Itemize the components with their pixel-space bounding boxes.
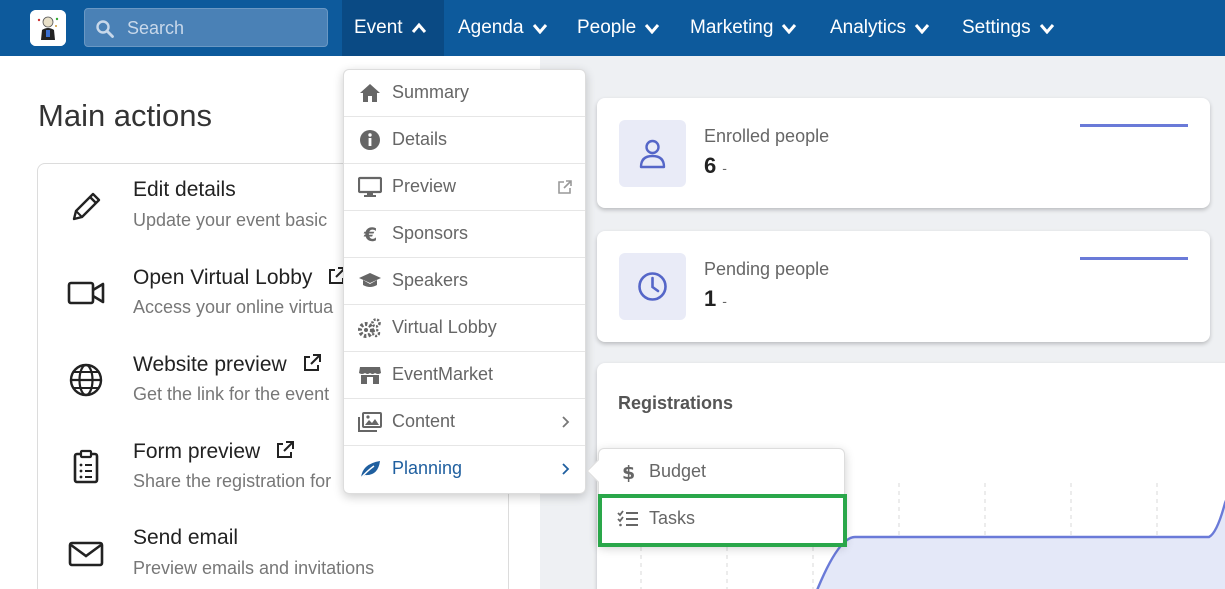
nav-label: Agenda	[458, 17, 524, 38]
action-title: Send email	[133, 526, 239, 549]
nav-agenda[interactable]: Agenda	[446, 0, 560, 56]
stat-label: Pending people	[704, 259, 830, 279]
globe-icon	[69, 363, 103, 397]
menu-item-planning[interactable]: Planning	[344, 446, 585, 493]
action-title: Form preview	[133, 439, 296, 464]
user-icon	[639, 139, 666, 169]
nav-event[interactable]: Event	[342, 0, 444, 56]
nav-marketing[interactable]: Marketing	[678, 0, 809, 56]
menu-item-label: EventMarket	[392, 364, 494, 384]
stat-icon-box	[619, 120, 686, 187]
info-icon	[360, 130, 380, 150]
clock-icon	[638, 272, 667, 301]
nav-label: Marketing	[690, 17, 774, 38]
clipboard-icon	[73, 449, 99, 484]
chevron-right-icon	[562, 416, 570, 428]
nav-analytics[interactable]: Analytics	[818, 0, 942, 56]
action-description: Share the registration for	[133, 471, 332, 491]
stat-value: 6-	[704, 153, 727, 178]
menu-item-details[interactable]: Details	[344, 117, 585, 164]
graduation-cap-icon	[359, 273, 381, 287]
chevron-down-icon	[645, 24, 660, 34]
action-description: Update your event basic	[133, 210, 328, 230]
chevron-down-icon	[532, 24, 547, 34]
nav-label: Settings	[962, 17, 1031, 38]
menu-item-label: Preview	[392, 176, 457, 196]
stat-label: Enrolled people	[704, 126, 830, 146]
chevron-up-icon	[411, 22, 426, 33]
nav-label: People	[577, 17, 637, 38]
nav-people[interactable]: People	[565, 0, 672, 56]
external-link-icon	[277, 441, 295, 458]
action-send-email[interactable]: Send email Preview emails and invitation…	[38, 512, 508, 589]
menu-item-sponsors[interactable]: € Sponsors	[344, 211, 585, 258]
gears-icon	[358, 318, 381, 338]
stat-change: -	[722, 293, 727, 309]
store-icon	[359, 367, 381, 384]
external-link-icon	[558, 180, 572, 194]
sparkline	[1080, 257, 1188, 260]
search-icon	[96, 20, 114, 38]
tasks-highlight-box	[598, 494, 847, 547]
menu-item-label: Speakers	[392, 270, 469, 290]
images-icon	[358, 412, 382, 432]
leaf-icon	[359, 461, 380, 480]
menu-item-summary[interactable]: Summary	[344, 70, 585, 117]
event-dropdown-menu: Summary Details Preview € Sponsors Speak…	[343, 69, 586, 494]
menu-item-label: Summary	[392, 82, 470, 102]
envelope-icon	[68, 541, 104, 567]
monitor-icon	[358, 176, 382, 197]
sparkline	[1080, 124, 1188, 127]
registrations-title: Registrations	[618, 393, 734, 413]
stat-value: 1-	[704, 286, 727, 311]
home-icon	[360, 84, 380, 102]
video-camera-icon	[67, 281, 105, 305]
top-navigation-bar: Search Event Agenda People Marketing Ana…	[0, 0, 1225, 56]
action-description: Access your online virtua	[133, 297, 334, 317]
dollar-icon: $	[622, 462, 635, 483]
menu-item-virtual-lobby[interactable]: Virtual Lobby	[344, 305, 585, 352]
chevron-down-icon	[782, 24, 797, 34]
main-actions-title: Main actions	[38, 98, 213, 133]
stat-card-pending: Pending people 1-	[597, 231, 1210, 342]
menu-item-speakers[interactable]: Speakers	[344, 258, 585, 305]
submenu-item-budget[interactable]: $ Budget	[599, 449, 844, 496]
action-title: Website preview	[133, 352, 323, 377]
app-logo[interactable]	[30, 10, 66, 46]
action-title: Open Virtual Lobby	[133, 265, 348, 290]
stat-icon-box	[619, 253, 686, 320]
action-title: Edit details	[133, 178, 236, 201]
svg-text:$: $	[622, 462, 635, 483]
search-placeholder: Search	[127, 18, 185, 38]
nav-label: Event	[354, 17, 403, 38]
stat-card-enrolled: Enrolled people 6-	[597, 98, 1210, 208]
menu-item-label: Virtual Lobby	[392, 317, 497, 337]
external-link-icon	[303, 354, 321, 371]
menu-item-label: Content	[392, 411, 456, 431]
menu-item-preview[interactable]: Preview	[344, 164, 585, 211]
nav-label: Analytics	[830, 17, 907, 38]
chevron-right-icon	[562, 463, 570, 475]
submenu-item-label: Budget	[649, 461, 707, 481]
chevron-down-icon	[914, 24, 930, 34]
nav-settings[interactable]: Settings	[950, 0, 1067, 56]
euro-icon: €	[363, 224, 377, 245]
stat-change: -	[722, 160, 727, 176]
search-box[interactable]: Search	[84, 8, 328, 47]
menu-item-eventmarket[interactable]: EventMarket	[344, 352, 585, 399]
pencil-icon	[72, 192, 101, 221]
menu-item-content[interactable]: Content	[344, 399, 585, 446]
svg-text:€: €	[363, 224, 377, 245]
action-description: Preview emails and invitations	[133, 558, 375, 578]
action-description: Get the link for the event	[133, 384, 330, 404]
menu-item-label: Planning	[392, 458, 463, 478]
menu-item-label: Sponsors	[392, 223, 469, 243]
chevron-down-icon	[1039, 24, 1054, 34]
menu-item-label: Details	[392, 129, 448, 149]
